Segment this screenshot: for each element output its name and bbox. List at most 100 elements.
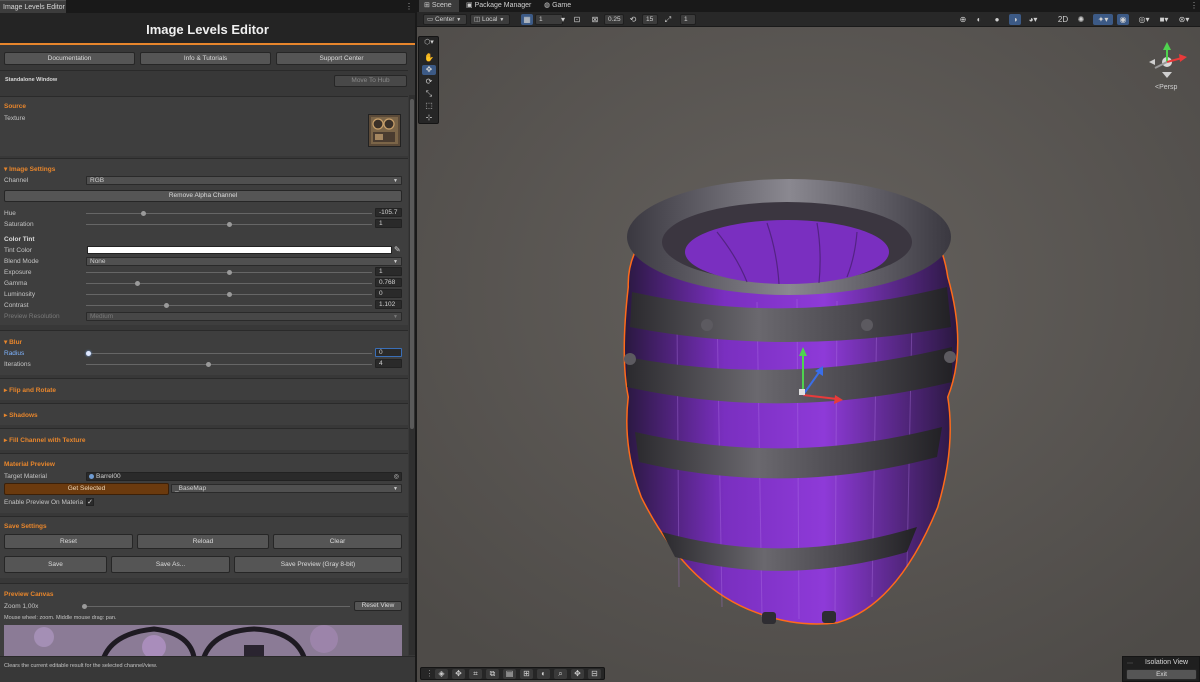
section-title-flip-rotate[interactable]: ▸ Flip and Rotate — [4, 386, 56, 394]
hidden-objects-dropdown-icon[interactable]: ◎▾ — [1135, 14, 1153, 25]
overlay-tool-10-icon[interactable]: ⊟ — [588, 669, 601, 679]
exposure-field[interactable]: 1 — [375, 267, 402, 276]
saturation-slider[interactable] — [86, 222, 372, 227]
channel-dropdown[interactable]: RGB ▼ — [86, 176, 402, 185]
effects-dropdown-icon[interactable]: ✦▾ — [1093, 14, 1113, 25]
get-selected-button[interactable]: Get Selected — [4, 483, 169, 495]
section-title-shadows[interactable]: ▸ Shadows — [4, 411, 38, 419]
overlay-move-icon[interactable]: ✥ — [452, 669, 465, 679]
iterations-field[interactable]: 4 — [375, 359, 402, 368]
contrast-slider[interactable] — [86, 303, 372, 308]
overlay-tool-1-icon[interactable]: ◈ — [435, 669, 448, 679]
shadows-section[interactable]: ▸ Shadows — [0, 403, 408, 425]
save-preview-button[interactable]: Save Preview (Gray 8-bit) — [234, 556, 402, 573]
overlay-tool-5-icon[interactable]: ▤ — [503, 669, 516, 679]
blend-mode-dropdown[interactable]: None ▼ — [86, 257, 402, 266]
move-snap-icon[interactable]: ⊠ — [589, 14, 601, 25]
zoom-slider[interactable] — [81, 604, 350, 609]
zoom-slider-knob[interactable] — [81, 604, 87, 609]
flip-rotate-section[interactable]: ▸ Flip and Rotate — [0, 378, 408, 400]
info-tutorials-button[interactable]: Info & Tutorials — [140, 52, 271, 65]
pivot-mode-dropdown[interactable]: ▭ Center ▼ — [423, 14, 467, 25]
fill-channel-section[interactable]: ▸ Fill Channel with Texture — [0, 428, 408, 450]
scene-kebab-menu-icon[interactable]: ⋮ — [1190, 1, 1198, 10]
isolation-grip-icon[interactable]: ⋯ — [1127, 660, 1133, 667]
save-button[interactable]: Save — [4, 556, 107, 573]
grid-toggle-icon[interactable]: ▦ — [521, 14, 533, 25]
save-as-button[interactable]: Save As... — [111, 556, 230, 573]
scene-viewport[interactable]: <Persp — [417, 27, 1200, 682]
eyedropper-icon[interactable]: ✎ — [394, 245, 402, 254]
snap-value-field[interactable]: 0.25 — [604, 14, 624, 25]
texture-thumbnail[interactable] — [368, 114, 401, 147]
move-tool-icon[interactable]: ✥ — [422, 65, 436, 75]
reload-button[interactable]: Reload — [137, 534, 269, 549]
move-to-hub-button[interactable]: Move To Hub — [334, 75, 407, 87]
radius-slider[interactable] — [85, 351, 372, 356]
snap-increment-icon[interactable]: ⊡ — [571, 14, 583, 25]
gizmos-dropdown-icon[interactable]: ⊛▾ — [1175, 14, 1193, 25]
iterations-slider[interactable] — [86, 362, 372, 367]
rect-tool-icon[interactable]: ⬚ — [422, 101, 436, 111]
tab-scene[interactable]: ⊞ Scene — [419, 0, 459, 12]
lighting-toggle-icon[interactable]: ✺ — [1075, 14, 1087, 25]
luminosity-slider[interactable] — [86, 292, 372, 297]
preview-resolution-dropdown[interactable]: Medium ▼ — [86, 312, 402, 321]
scrollbar-track[interactable] — [409, 95, 415, 655]
documentation-button[interactable]: Documentation — [4, 52, 135, 65]
shading-wireframe-icon[interactable]: ◐ — [973, 14, 985, 25]
clear-button[interactable]: Clear — [273, 534, 402, 549]
draw-mode-dropdown-icon[interactable]: ◕▾ — [1027, 14, 1039, 25]
shading-lit-icon[interactable]: ◑ — [1009, 14, 1021, 25]
hue-field[interactable]: -105.7 — [375, 208, 402, 217]
reset-view-button[interactable]: Reset View — [354, 601, 402, 611]
remove-alpha-button[interactable]: Remove Alpha Channel — [4, 190, 402, 202]
scale-snap-field[interactable]: 1 — [680, 14, 696, 25]
overlay-search-icon[interactable]: ⌕ — [554, 669, 567, 679]
gamma-slider[interactable] — [86, 281, 372, 286]
hue-slider[interactable] — [86, 211, 372, 216]
gamma-field[interactable]: 0.768 — [375, 278, 402, 287]
2d-toggle-icon[interactable]: 2D — [1057, 14, 1069, 25]
texture-property-dropdown[interactable]: _BaseMap ▼ — [171, 484, 402, 493]
transform-tool-icon[interactable]: ⊹ — [422, 113, 436, 123]
kebab-menu-icon[interactable]: ⋮ — [405, 2, 413, 11]
iterations-slider-knob[interactable] — [206, 362, 212, 367]
object-picker-icon[interactable]: ◎ — [394, 473, 399, 481]
gizmo-globe-icon[interactable]: ⊕ — [957, 14, 969, 25]
visibility-toggle-icon[interactable]: ◉ — [1117, 14, 1129, 25]
section-title-image-settings[interactable]: ▾ Image Settings — [4, 165, 55, 173]
exposure-slider-knob[interactable] — [226, 270, 232, 275]
enable-preview-checkbox[interactable]: ✓ — [86, 498, 94, 506]
pivot-rotation-dropdown[interactable]: ◫ Local ▼ — [470, 14, 510, 25]
tint-color-swatch[interactable] — [87, 246, 392, 254]
contrast-field[interactable]: 1.102 — [375, 300, 402, 309]
palette-menu-icon[interactable]: ⬡▾ — [422, 38, 436, 48]
hue-slider-knob[interactable] — [140, 211, 146, 216]
exit-isolation-button[interactable]: Exit — [1126, 669, 1197, 680]
saturation-slider-knob[interactable] — [226, 222, 232, 227]
section-title-blur[interactable]: ▾ Blur — [4, 338, 22, 346]
preview-canvas[interactable] — [4, 625, 402, 657]
reset-button[interactable]: Reset — [4, 534, 133, 549]
scrollbar-thumb[interactable] — [410, 99, 414, 429]
overlay-tool-4-icon[interactable]: ⧉ — [486, 669, 499, 679]
gamma-slider-knob[interactable] — [134, 281, 140, 286]
radius-field[interactable]: 0 — [375, 348, 402, 357]
tab-package-manager[interactable]: ▣ Package Manager — [461, 0, 539, 12]
rotate-tool-icon[interactable]: ⟳ — [422, 77, 436, 87]
target-material-field[interactable]: Barrel00 ◎ — [86, 472, 402, 481]
radius-slider-knob[interactable] — [85, 351, 91, 356]
overlay-tool-6-icon[interactable]: ⊞ — [520, 669, 533, 679]
tab-game[interactable]: ◍ Game — [539, 0, 579, 12]
saturation-field[interactable]: 1 — [375, 219, 402, 228]
support-center-button[interactable]: Support Center — [276, 52, 407, 65]
luminosity-field[interactable]: 0 — [375, 289, 402, 298]
luminosity-slider-knob[interactable] — [226, 292, 232, 297]
shading-shaded-icon[interactable]: ● — [991, 14, 1003, 25]
scale-tool-icon[interactable]: ⤡ — [422, 89, 436, 99]
angle-snap-field[interactable]: 15 — [642, 14, 658, 25]
overlay-tool-3-icon[interactable]: ⌗ — [469, 669, 482, 679]
tab-image-levels-editor[interactable]: Image Levels Editor — [0, 0, 66, 13]
grid-dropdown-arrow-icon[interactable]: ▾ — [557, 14, 569, 25]
